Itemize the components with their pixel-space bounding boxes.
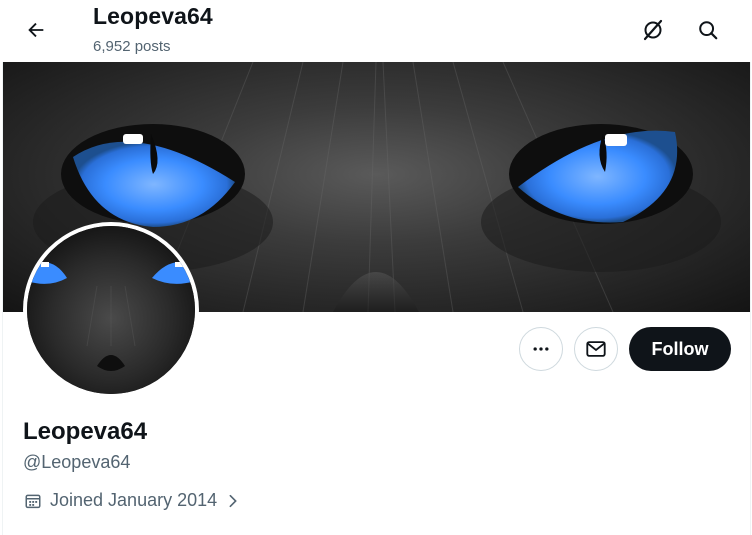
right-border xyxy=(750,62,751,535)
more-button[interactable] xyxy=(519,327,563,371)
grok-button[interactable] xyxy=(633,10,673,50)
grok-icon xyxy=(643,19,663,41)
display-name: Leopeva64 xyxy=(23,418,148,445)
more-horizontal-icon xyxy=(533,347,549,351)
avatar-image xyxy=(27,226,195,394)
profile-header: Leopeva64 6,952 posts xyxy=(0,0,752,62)
follow-button[interactable]: Follow xyxy=(629,327,731,371)
search-button[interactable] xyxy=(688,10,728,50)
avatar[interactable] xyxy=(23,222,199,398)
arrow-left-icon xyxy=(28,22,44,38)
message-button[interactable] xyxy=(574,327,618,371)
calendar-icon xyxy=(25,494,41,508)
envelope-icon xyxy=(586,341,606,357)
joined-date[interactable]: Joined January 2014 xyxy=(24,490,241,511)
search-icon xyxy=(699,21,718,40)
page-title: Leopeva64 xyxy=(93,3,213,29)
posts-count: 6,952 posts xyxy=(93,38,171,55)
joined-label: Joined January 2014 xyxy=(50,490,218,510)
chevron-right-icon xyxy=(229,494,237,507)
back-button[interactable] xyxy=(16,10,56,50)
user-handle: @Leopeva64 xyxy=(23,452,131,472)
